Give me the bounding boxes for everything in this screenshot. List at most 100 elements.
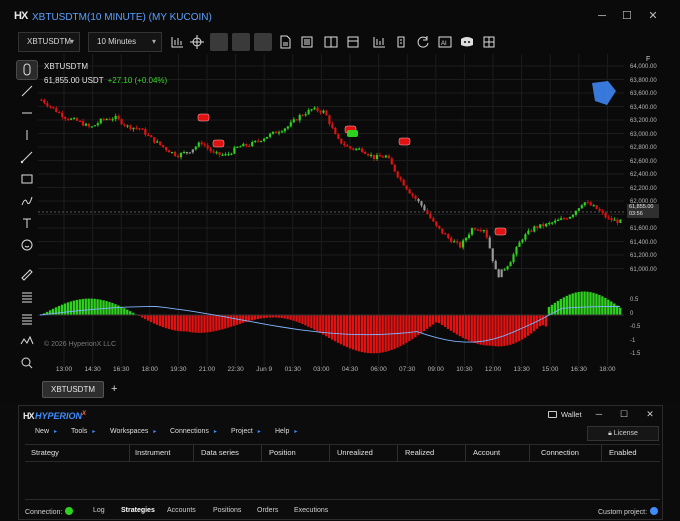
wallet-button[interactable]: Wallet [548, 410, 582, 419]
oscillator-bar [512, 315, 515, 344]
vertical-line-icon[interactable] [16, 126, 38, 146]
menu-workspaces[interactable]: Workspaces ▸ [110, 428, 156, 435]
tab-accounts[interactable]: Accounts [167, 507, 196, 514]
candle-body [144, 129, 147, 135]
col-data-series[interactable]: Data series [201, 448, 239, 457]
fib-tool-icon[interactable] [16, 288, 38, 308]
col-position[interactable]: Position [269, 448, 296, 457]
oscillator-bar [491, 315, 494, 346]
strategies-grid-body[interactable] [25, 462, 660, 500]
magnifier-icon[interactable] [16, 354, 38, 374]
col-realized[interactable]: Realized [405, 448, 434, 457]
tab-positions[interactable]: Positions [213, 507, 241, 514]
oscillator-bar [209, 315, 212, 333]
candle-body [384, 155, 387, 158]
candle-body [135, 127, 138, 129]
maximize-icon[interactable]: ☐ [616, 409, 632, 420]
ruler-icon[interactable] [16, 266, 38, 286]
tab-orders[interactable]: Orders [257, 507, 278, 514]
document-icon[interactable] [276, 33, 294, 51]
indicators-icon[interactable] [370, 33, 388, 51]
horizontal-line-icon[interactable] [16, 104, 38, 124]
menu-project[interactable]: Project ▸ [231, 428, 261, 435]
ray-tool-icon[interactable] [16, 148, 38, 168]
rectangle-tool-icon[interactable] [16, 170, 38, 190]
time-axis-label: 07:30 [399, 366, 416, 373]
close-icon[interactable]: ✕ [642, 409, 658, 420]
price-chart[interactable] [38, 54, 628, 376]
menu-help[interactable]: Help ▸ [275, 428, 297, 435]
candle-body [111, 119, 114, 121]
instrument-selector[interactable]: XBTUSDTM ▾ [18, 32, 80, 52]
pencil-tool-icon[interactable] [16, 192, 38, 212]
candle-body [179, 152, 183, 158]
ai-icon[interactable]: AI [436, 33, 454, 51]
oscillator-bar [283, 315, 286, 319]
candle-body [506, 266, 509, 270]
add-tab-button[interactable]: + [111, 383, 117, 395]
pattern-tool-icon[interactable] [16, 332, 38, 352]
col-strategy[interactable]: Strategy [31, 448, 59, 457]
price-axis-label: 61,000.00 [630, 266, 657, 273]
col-unrealized[interactable]: Unrealized [337, 448, 373, 457]
candle-body [497, 269, 500, 278]
zoom-out-icon[interactable] [232, 33, 250, 51]
col-connection[interactable]: Connection [541, 448, 579, 457]
tab-log[interactable]: Log [93, 507, 105, 514]
oscillator-bar [488, 315, 491, 346]
mouse-pointer-icon[interactable] [16, 60, 38, 80]
col-account[interactable]: Account [473, 448, 500, 457]
time-axis-label: 09:00 [427, 366, 444, 373]
candle-body [414, 195, 417, 199]
time-axis-label: 04:30 [341, 366, 359, 373]
crosshair-icon[interactable] [188, 33, 206, 51]
hyperion-watermark-icon [592, 81, 616, 105]
col-instrument[interactable]: Instrument [135, 448, 170, 457]
object-tree-icon[interactable] [344, 33, 362, 51]
line-tool-icon[interactable] [16, 82, 38, 102]
tab-executions[interactable]: Executions [294, 507, 328, 514]
panel-layout-icon[interactable] [322, 33, 340, 51]
menu-new[interactable]: New ▸ [35, 428, 57, 435]
oscillator-bar [176, 315, 179, 331]
license-button[interactable]: 🔒︎ License [587, 426, 659, 441]
strategy-icon[interactable] [392, 33, 410, 51]
minimize-icon[interactable]: ─ [591, 409, 607, 419]
candle-body [426, 210, 429, 214]
oscillator-bar [455, 315, 459, 335]
menu-connections[interactable]: Connections ▸ [170, 428, 217, 435]
zoom-in-icon[interactable] [210, 33, 228, 51]
refresh-icon[interactable] [414, 33, 432, 51]
chart-tab[interactable]: XBTUSDTM [42, 381, 104, 398]
price-axis-label: 63,400.00 [630, 104, 657, 111]
minimize-icon[interactable]: ─ [592, 8, 612, 24]
grid-layout-icon[interactable] [480, 33, 498, 51]
candle-body [565, 218, 569, 220]
candle-body [604, 212, 607, 218]
zoom-reset-icon[interactable] [254, 33, 272, 51]
candle-body [432, 218, 435, 222]
discord-icon[interactable] [458, 33, 476, 51]
emoji-tool-icon[interactable] [16, 236, 38, 256]
candle-body [69, 118, 73, 120]
time-axis-label: 03:00 [313, 366, 330, 373]
menu-tools[interactable]: Tools ▸ [71, 428, 95, 435]
oscillator-bar [120, 306, 123, 315]
text-tool-icon[interactable] [16, 214, 38, 234]
chart-style-icon[interactable] [168, 33, 186, 51]
list-tool-icon[interactable] [16, 310, 38, 330]
oscillator-bar [78, 299, 81, 315]
tab-strategies[interactable]: Strategies [121, 507, 155, 514]
candle-body [580, 205, 583, 209]
col-enabled[interactable]: Enabled [609, 448, 637, 457]
interval-selector[interactable]: 10 Minutes ▾ [88, 32, 162, 52]
oscillator-bar [586, 291, 589, 315]
data-box-icon[interactable] [298, 33, 316, 51]
maximize-icon[interactable]: ☐ [617, 8, 637, 24]
candle-body [491, 248, 494, 261]
candle-body [515, 246, 518, 255]
close-icon[interactable]: ✕ [643, 8, 663, 24]
oscillator-bar [152, 315, 156, 324]
candle-body [372, 154, 376, 159]
oscillator-bar [443, 315, 447, 328]
